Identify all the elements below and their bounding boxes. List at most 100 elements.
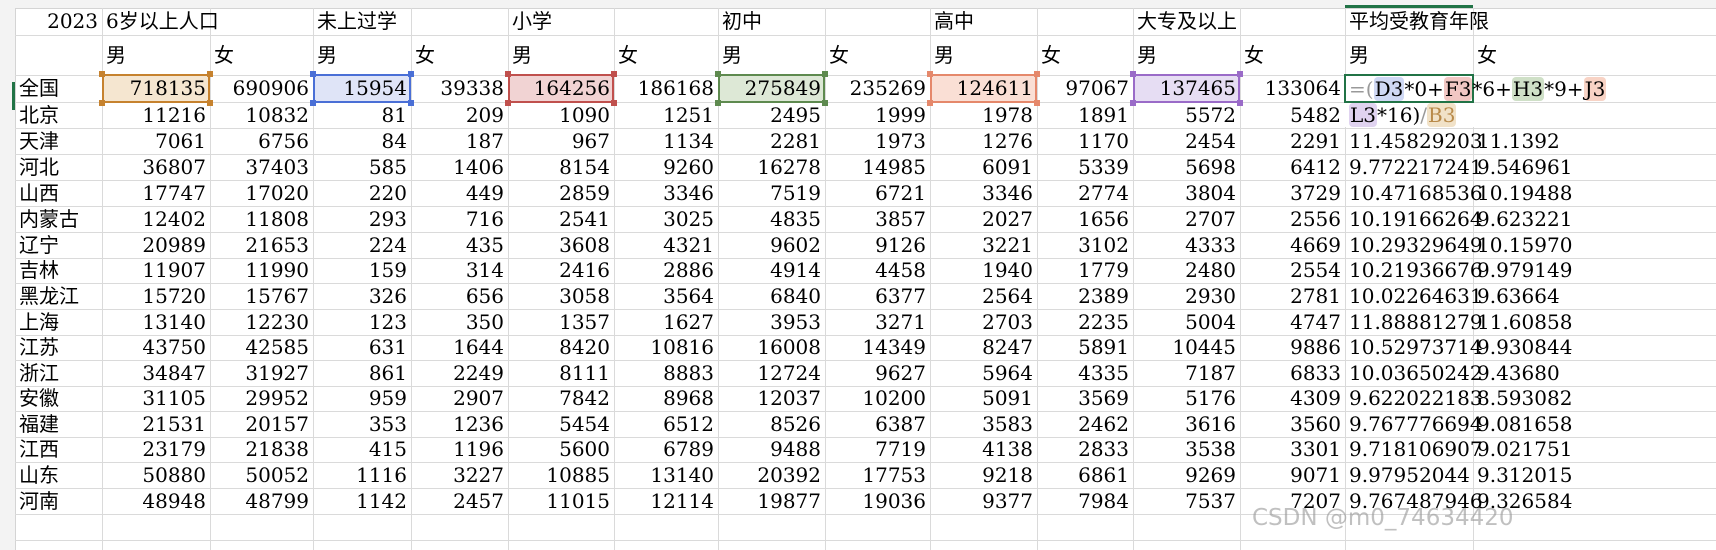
data-cell[interactable]: 12037 <box>718 386 825 411</box>
avg-years-male-cell[interactable]: 10.19166264 <box>1345 206 1483 232</box>
data-cell[interactable]: 17753 <box>825 462 930 488</box>
region-cell[interactable]: 河南 <box>15 488 102 514</box>
female-header-cell[interactable]: 女 <box>1240 35 1345 75</box>
data-cell[interactable]: 585 <box>313 154 411 180</box>
data-cell[interactable]: 37403 <box>210 154 313 180</box>
group-header-cell[interactable]: 平均受教育年限 <box>1345 8 1489 35</box>
data-cell[interactable]: 50880 <box>102 462 210 488</box>
data-cell[interactable]: 10445 <box>1133 335 1240 360</box>
data-cell[interactable]: 123 <box>313 309 411 335</box>
data-cell[interactable]: 2833 <box>1037 437 1133 462</box>
data-cell[interactable]: 3346 <box>930 180 1037 206</box>
data-cell[interactable]: 1170 <box>1037 128 1133 154</box>
data-cell[interactable]: 718135 <box>102 75 210 102</box>
data-cell[interactable]: 164256 <box>508 75 614 102</box>
data-cell[interactable]: 11907 <box>102 258 210 283</box>
data-cell[interactable]: 1891 <box>1037 102 1133 128</box>
data-cell[interactable]: 5004 <box>1133 309 1240 335</box>
data-cell[interactable]: 11216 <box>102 102 210 128</box>
data-cell[interactable]: 6833 <box>1240 360 1345 386</box>
data-cell[interactable]: 631 <box>313 335 411 360</box>
data-cell[interactable]: 353 <box>313 411 411 437</box>
data-cell[interactable]: 5600 <box>508 437 614 462</box>
data-cell[interactable]: 350 <box>411 309 508 335</box>
data-cell[interactable]: 1656 <box>1037 206 1133 232</box>
data-cell[interactable]: 11015 <box>508 488 614 514</box>
region-cell[interactable]: 江西 <box>15 437 102 462</box>
data-cell[interactable]: 3560 <box>1240 411 1345 437</box>
data-cell[interactable]: 415 <box>313 437 411 462</box>
data-cell[interactable]: 2859 <box>508 180 614 206</box>
avg-years-male-cell[interactable]: 10.29329649 <box>1345 232 1483 258</box>
data-cell[interactable]: 690906 <box>210 75 313 102</box>
data-cell[interactable]: 9269 <box>1133 462 1240 488</box>
male-header-cell[interactable]: 男 <box>1133 35 1240 75</box>
avg-years-male-cell[interactable]: 10.52973714 <box>1345 335 1483 360</box>
data-cell[interactable]: 4335 <box>1037 360 1133 386</box>
female-header-cell[interactable]: 女 <box>1473 35 1716 75</box>
data-cell[interactable]: 3616 <box>1133 411 1240 437</box>
avg-years-female-cell[interactable]: 9.546961 <box>1473 154 1716 180</box>
data-cell[interactable]: 1090 <box>508 102 614 128</box>
data-cell[interactable]: 1196 <box>411 437 508 462</box>
data-cell[interactable]: 3583 <box>930 411 1037 437</box>
avg-years-female-cell[interactable]: 9.081658 <box>1473 411 1716 437</box>
data-cell[interactable]: 10200 <box>825 386 930 411</box>
data-cell[interactable]: 5698 <box>1133 154 1240 180</box>
avg-years-female-cell[interactable]: 9.63664 <box>1473 283 1716 309</box>
data-cell[interactable]: 1973 <box>825 128 930 154</box>
data-cell[interactable]: 3953 <box>718 309 825 335</box>
data-cell[interactable]: 14349 <box>825 335 930 360</box>
avg-years-male-cell[interactable]: 9.97952044 <box>1345 462 1473 488</box>
avg-years-female-cell[interactable]: 9.021751 <box>1473 437 1716 462</box>
female-header-cell[interactable]: 女 <box>1037 35 1133 75</box>
data-cell[interactable]: 1116 <box>313 462 411 488</box>
data-cell[interactable]: 3608 <box>508 232 614 258</box>
data-cell[interactable]: 9126 <box>825 232 930 258</box>
data-cell[interactable]: 7519 <box>718 180 825 206</box>
data-cell[interactable]: 13140 <box>614 462 718 488</box>
region-cell[interactable]: 全国 <box>15 75 102 102</box>
data-cell[interactable]: 17747 <box>102 180 210 206</box>
data-cell[interactable]: 5572 <box>1133 102 1240 128</box>
region-cell[interactable]: 河北 <box>15 154 102 180</box>
data-cell[interactable]: 23179 <box>102 437 210 462</box>
avg-years-male-cell[interactable]: 10.47168536 <box>1345 180 1483 206</box>
data-cell[interactable]: 3729 <box>1240 180 1345 206</box>
data-cell[interactable]: 36807 <box>102 154 210 180</box>
data-cell[interactable]: 1251 <box>614 102 718 128</box>
data-cell[interactable]: 43750 <box>102 335 210 360</box>
female-header-cell[interactable]: 女 <box>411 35 508 75</box>
data-cell[interactable]: 14985 <box>825 154 930 180</box>
data-cell[interactable]: 42585 <box>210 335 313 360</box>
data-cell[interactable]: 20157 <box>210 411 313 437</box>
data-cell[interactable]: 4321 <box>614 232 718 258</box>
data-cell[interactable]: 435 <box>411 232 508 258</box>
data-cell[interactable]: 275849 <box>718 75 825 102</box>
region-cell[interactable]: 内蒙古 <box>15 206 102 232</box>
data-cell[interactable]: 12114 <box>614 488 718 514</box>
data-cell[interactable]: 4914 <box>718 258 825 283</box>
spreadsheet-grid[interactable]: 2023 6岁以上人口 未上过学 小学 初中 高中 大专及以上 平均受教育年限男女男女男女男女… <box>0 0 1716 550</box>
data-cell[interactable]: 12402 <box>102 206 210 232</box>
data-cell[interactable]: 2907 <box>411 386 508 411</box>
data-cell[interactable]: 9627 <box>825 360 930 386</box>
data-cell[interactable]: 6512 <box>614 411 718 437</box>
data-cell[interactable]: 3564 <box>614 283 718 309</box>
data-cell[interactable]: 7061 <box>102 128 210 154</box>
avg-years-male-cell[interactable]: 10.03650242 <box>1345 360 1483 386</box>
data-cell[interactable]: 3025 <box>614 206 718 232</box>
data-cell[interactable]: 8420 <box>508 335 614 360</box>
year-cell[interactable]: 2023 <box>15 8 102 35</box>
data-cell[interactable]: 314 <box>411 258 508 283</box>
data-cell[interactable]: 2416 <box>508 258 614 283</box>
data-cell[interactable]: 6387 <box>825 411 930 437</box>
data-cell[interactable]: 4333 <box>1133 232 1240 258</box>
data-cell[interactable]: 15767 <box>210 283 313 309</box>
group-header-cell[interactable]: 初中 <box>718 8 825 35</box>
data-cell[interactable]: 1134 <box>614 128 718 154</box>
data-cell[interactable]: 137465 <box>1133 75 1240 102</box>
region-cell[interactable]: 上海 <box>15 309 102 335</box>
data-cell[interactable]: 3346 <box>614 180 718 206</box>
data-cell[interactable]: 34847 <box>102 360 210 386</box>
